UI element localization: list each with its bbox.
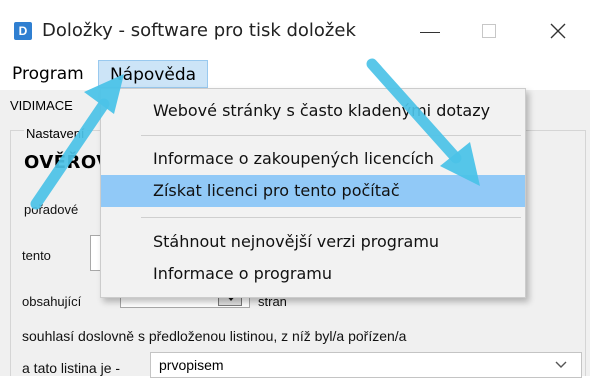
souhlasi-text: souhlasí doslovně s předloženou listinou… [22, 328, 407, 344]
tab-vidimace[interactable]: VIDIMACE [10, 98, 73, 113]
chevron-down-icon [555, 361, 567, 368]
close-button[interactable] [538, 14, 578, 48]
menu-item-about[interactable]: Informace o programu [101, 258, 525, 290]
menu-item-faq-website[interactable]: Webové stránky s často kladenými dotazy [101, 95, 525, 127]
menu-separator [141, 217, 521, 218]
napoveda-dropdown-menu: Webové stránky s často kladenými dotazy … [100, 88, 526, 298]
window-title: Doložky - software pro tisk doložek [42, 20, 356, 41]
menu-item-download-latest[interactable]: Stáhnout nejnovější verzi programu [101, 226, 525, 258]
tento-label: tento [22, 248, 51, 263]
menu-napoveda[interactable]: Nápověda [98, 60, 208, 88]
menu-item-license-info[interactable]: Informace o zakoupených licencích [101, 143, 525, 175]
group-title: Nastavení [24, 126, 87, 141]
menu-separator [141, 135, 521, 136]
menu-item-get-license[interactable]: Získat licenci pro tento počítač [101, 175, 525, 207]
menu-bar: Program Nápověda [0, 58, 590, 90]
close-icon [550, 23, 566, 39]
title-bar: D Doložky - software pro tisk doložek [0, 0, 590, 58]
poradove-label: pořadové [24, 202, 79, 217]
listina-type-label: a tato listina je - [22, 360, 121, 376]
obsahuji-label: obsahující [22, 294, 82, 309]
maximize-button[interactable] [470, 14, 510, 48]
app-icon: D [14, 22, 32, 40]
listina-type-select[interactable]: prvopisem [150, 352, 582, 378]
minimize-button[interactable] [409, 14, 449, 48]
menu-program[interactable]: Program [8, 60, 94, 88]
